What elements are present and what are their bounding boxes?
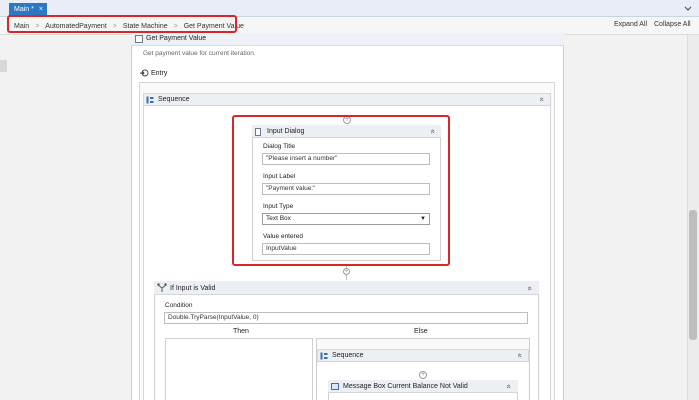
chevron-double-up-icon[interactable]: « [516,353,525,357]
message-box-title: Message Box Current Balance Not Valid [343,383,468,390]
else-sequence-label: Sequence [332,352,364,359]
chevron-double-up-icon[interactable]: « [538,97,547,101]
input-dialog-highlight [232,115,450,266]
tab-main-label: Main * [14,6,34,13]
left-panel-edge [0,60,7,72]
collapse-all-button[interactable]: Collapse All [654,21,691,28]
state-description: Get payment value for current iteration. [143,50,256,57]
entry-icon [140,69,149,77]
if-activity-title: If Input is Valid [170,285,216,292]
add-activity-icon[interactable]: + [343,268,350,275]
chevron-double-up-icon[interactable]: « [526,286,535,290]
sequence-icon [320,352,328,360]
chevron-down-icon[interactable] [683,4,693,14]
message-box-icon [331,383,339,390]
chevron-double-up-icon[interactable]: « [505,384,514,388]
state-title: Get Payment Value [146,35,207,42]
else-label: Else [414,328,428,335]
if-branch-icon [157,283,167,292]
condition-label: Condition [165,302,193,309]
condition-field[interactable]: Double.TryParse(InputValue, 0) [164,312,528,324]
expand-all-button[interactable]: Expand All [614,21,647,28]
sequence-header[interactable] [143,93,551,106]
breadcrumb-highlight [7,15,237,33]
sequence-label: Sequence [158,96,190,103]
vertical-scrollbar-thumb[interactable] [689,210,697,340]
sequence-icon [146,96,154,104]
entry-label: Entry [151,70,168,77]
then-drop-area[interactable] [165,338,313,400]
then-label: Then [233,328,249,335]
state-icon [135,35,143,43]
add-activity-icon[interactable]: + [419,371,427,379]
